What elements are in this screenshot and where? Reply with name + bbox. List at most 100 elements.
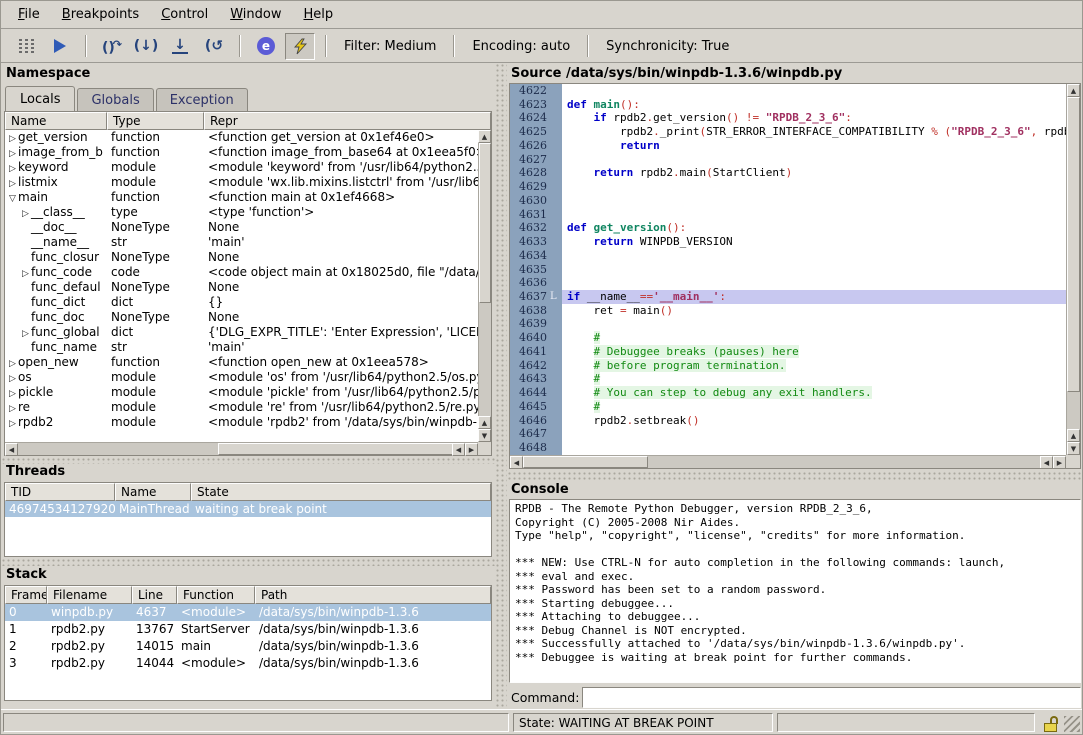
source-line[interactable]: 4632def get_version(): (510, 221, 1066, 235)
menu-breakpoints[interactable]: Breakpoints (51, 2, 150, 27)
scrollbar-thumb[interactable] (218, 443, 455, 455)
source-line[interactable]: 4636 (510, 276, 1066, 290)
scroll-up-icon[interactable]: ▲ (478, 130, 491, 143)
namespace-row[interactable]: ▷keywordmodule<module 'keyword' from '/u… (5, 160, 478, 175)
scroll-down-icon[interactable]: ▼ (1067, 442, 1080, 455)
source-line[interactable]: 4639 (510, 317, 1066, 331)
namespace-row[interactable]: ▷image_from_bfunction<function image_fro… (5, 145, 478, 160)
synchronicity-toggle[interactable]: Synchronicity: True (606, 39, 729, 54)
expander-right-icon[interactable]: ▷ (7, 147, 18, 160)
expander-right-icon[interactable]: ▷ (7, 372, 18, 385)
menu-window[interactable]: Window (219, 2, 292, 27)
next-button[interactable]: ()↷ (97, 33, 127, 60)
namespace-row[interactable]: __name__str'main' (5, 235, 478, 250)
scrollbar-thumb[interactable] (523, 456, 648, 468)
source-line[interactable]: 4642 # before program termination. (510, 359, 1066, 373)
menu-help[interactable]: Help (292, 2, 344, 27)
menu-control[interactable]: Control (150, 2, 219, 27)
encoding-toggle[interactable]: Encoding: auto (472, 39, 570, 54)
expander-right-icon[interactable]: ▷ (7, 387, 18, 400)
source-line[interactable]: 4631 (510, 208, 1066, 222)
source-line[interactable]: 4630 (510, 194, 1066, 208)
expander-right-icon[interactable]: ▷ (7, 162, 18, 175)
namespace-row[interactable]: func_docNoneTypeNone (5, 310, 478, 325)
scroll-up-icon[interactable]: ▲ (1067, 84, 1080, 97)
resize-grip[interactable] (1064, 716, 1080, 732)
namespace-threads-splitter[interactable] (1, 457, 495, 464)
source-line[interactable]: 4623def main(): (510, 98, 1066, 112)
source-line[interactable]: 4629 (510, 180, 1066, 194)
source-line[interactable]: 4637Lif __name__=='__main__': (510, 290, 1066, 304)
tab-globals[interactable]: Globals (77, 88, 153, 111)
command-input[interactable] (582, 687, 1081, 708)
tab-locals[interactable]: Locals (5, 86, 75, 111)
return-button[interactable]: (↺ (199, 33, 229, 60)
namespace-row[interactable]: ▷picklemodule<module 'pickle' from '/usr… (5, 385, 478, 400)
scroll-right-icon[interactable]: ▶ (1053, 456, 1066, 469)
column-header-path[interactable]: Path (255, 586, 491, 604)
scroll-right-icon[interactable]: ▶ (465, 443, 478, 456)
namespace-row[interactable]: ▷osmodule<module 'os' from '/usr/lib64/p… (5, 370, 478, 385)
stack-frame-row[interactable]: 0winpdb.py4637<module>/data/sys/bin/winp… (5, 604, 491, 621)
scroll-left-icon[interactable]: ◀ (1040, 456, 1053, 469)
expander-right-icon[interactable]: ▷ (7, 177, 18, 190)
go-button[interactable] (45, 33, 75, 60)
column-header-type[interactable]: Type (107, 112, 204, 130)
expander-right-icon[interactable]: ▷ (7, 132, 18, 145)
stack-frame-row[interactable]: 1rpdb2.py13767StartServer/data/sys/bin/w… (5, 621, 491, 638)
stack-frame-row[interactable]: 3rpdb2.py14044<module>/data/sys/bin/winp… (5, 655, 491, 672)
namespace-row[interactable]: ▷get_versionfunction<function get_versio… (5, 130, 478, 145)
expander-right-icon[interactable]: ▷ (7, 417, 18, 430)
source-line[interactable]: 4646 rpdb2.setbreak() (510, 414, 1066, 428)
filter-toggle[interactable]: Filter: Medium (344, 39, 436, 54)
goto-button[interactable]: ↓ (165, 33, 195, 60)
source-line[interactable]: 4640 # (510, 331, 1066, 345)
step-button[interactable]: (↓) (131, 33, 161, 60)
column-header-name[interactable]: Name (5, 112, 107, 130)
column-header-frame[interactable]: Frame (5, 586, 47, 604)
source-line[interactable]: 4628 return rpdb2.main(StartClient) (510, 166, 1066, 180)
scroll-left-icon[interactable]: ◀ (510, 456, 523, 469)
source-line[interactable]: 4643 # (510, 372, 1066, 386)
encoding-button[interactable]: e (251, 33, 281, 60)
namespace-row[interactable]: __doc__NoneTypeNone (5, 220, 478, 235)
expander-down-icon[interactable]: ▽ (7, 192, 18, 205)
tab-exception[interactable]: Exception (156, 88, 248, 111)
namespace-row[interactable]: func_defaulNoneTypeNone (5, 280, 478, 295)
expander-right-icon[interactable]: ▷ (20, 207, 31, 220)
source-line[interactable]: 4624 if rpdb2.get_version() != "RPDB_2_3… (510, 111, 1066, 125)
source-line[interactable]: 4645 # (510, 400, 1066, 414)
expander-right-icon[interactable]: ▷ (7, 402, 18, 415)
source-line[interactable]: 4625 rpdb2._print(STR_ERROR_INTERFACE_CO… (510, 125, 1066, 139)
namespace-row[interactable]: ▷func_globaldict{'DLG_EXPR_TITLE': 'Ente… (5, 325, 478, 340)
source-line[interactable]: 4648 (510, 441, 1066, 455)
column-header-repr[interactable]: Repr (204, 112, 491, 130)
scroll-left-icon[interactable]: ◀ (5, 443, 18, 456)
source-line[interactable]: 4641 # Debuggee breaks (pauses) here (510, 345, 1066, 359)
stack-frame-row[interactable]: 2rpdb2.py14015main/data/sys/bin/winpdb-1… (5, 638, 491, 655)
synchronicity-button[interactable] (285, 33, 315, 60)
expander-right-icon[interactable]: ▷ (20, 267, 31, 280)
source-line[interactable]: 4633 return WINPDB_VERSION (510, 235, 1066, 249)
source-line[interactable]: 4627 (510, 153, 1066, 167)
thread-row[interactable]: 46974534127920MainThreadwaiting at break… (5, 501, 491, 517)
main-vertical-splitter[interactable] (495, 63, 507, 711)
source-line[interactable]: 4634 (510, 249, 1066, 263)
scroll-down-icon[interactable]: ▼ (478, 429, 491, 442)
namespace-row[interactable]: ▷open_newfunction<function open_new at 0… (5, 355, 478, 370)
menu-file[interactable]: File (7, 2, 51, 27)
break-button[interactable] (11, 33, 41, 60)
namespace-row[interactable]: ▷listmixmodule<module 'wx.lib.mixins.lis… (5, 175, 478, 190)
source-line[interactable]: 4638 ret = main() (510, 304, 1066, 318)
threads-stack-splitter[interactable] (1, 558, 495, 566)
column-header-line[interactable]: Line (132, 586, 177, 604)
scroll-up-icon[interactable]: ▲ (1067, 429, 1080, 442)
source-line[interactable]: 4635 (510, 263, 1066, 277)
source-line[interactable]: 4626 return (510, 139, 1066, 153)
column-header-name[interactable]: Name (115, 483, 191, 501)
column-header-tid[interactable]: TID (5, 483, 115, 501)
namespace-row[interactable]: func_closurNoneTypeNone (5, 250, 478, 265)
namespace-row[interactable]: ▷func_codecode<code object main at 0x180… (5, 265, 478, 280)
source-line[interactable]: 4622 (510, 84, 1066, 98)
column-header-filename[interactable]: Filename (47, 586, 132, 604)
